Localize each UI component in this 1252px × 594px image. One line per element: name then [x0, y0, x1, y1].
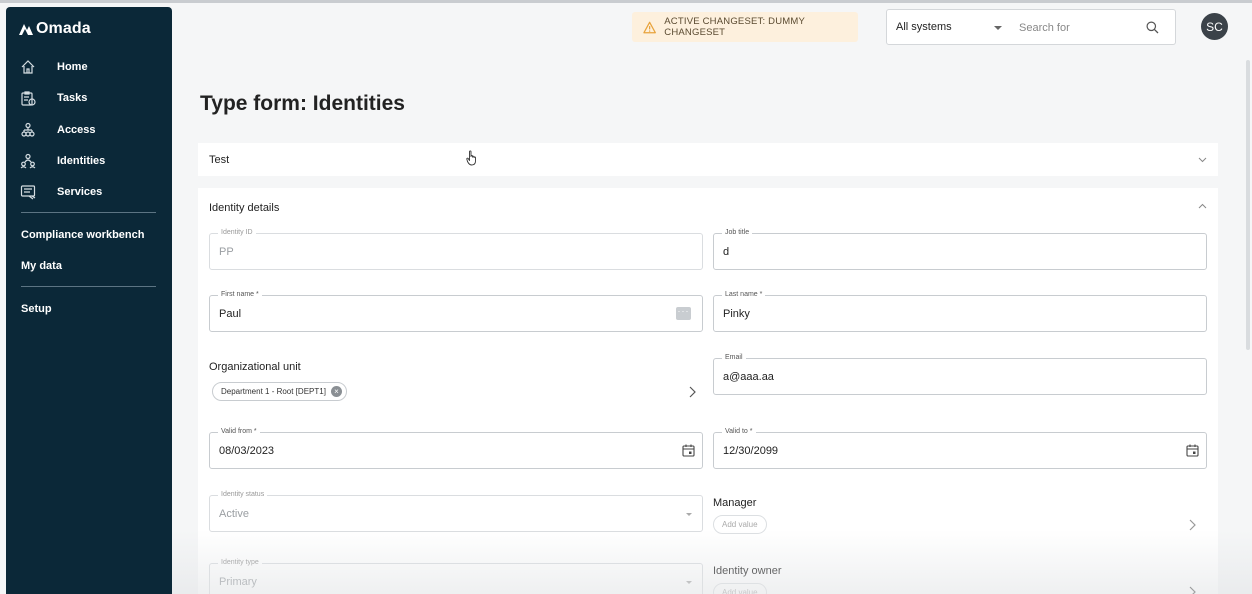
chevron-down-icon[interactable]: [1198, 155, 1207, 164]
search-icon[interactable]: [1146, 21, 1159, 34]
identity-id-field[interactable]: Identity ID PP: [209, 228, 703, 270]
tasks-icon: [20, 90, 36, 106]
caret-down-icon: [686, 581, 692, 584]
first-name-field[interactable]: First name * Paul ···: [209, 290, 703, 332]
sidebar-link-setup[interactable]: Setup: [21, 303, 52, 315]
field-label: Valid from *: [218, 427, 260, 437]
field-value: d: [723, 246, 730, 258]
valid-from-field[interactable]: Valid from * 08/03/2023: [209, 427, 703, 469]
user-avatar[interactable]: SC: [1201, 13, 1228, 40]
omada-logo[interactable]: Omada: [18, 19, 91, 39]
field-value: PP: [219, 246, 234, 258]
sidebar-item-tasks[interactable]: Tasks: [20, 86, 87, 110]
org-unit-label: Organizational unit: [209, 361, 301, 373]
field-label: Last name *: [722, 290, 766, 300]
system-select[interactable]: All systems: [886, 9, 1012, 45]
sidebar-item-home[interactable]: Home: [20, 55, 88, 79]
valid-to-field[interactable]: Valid to * 12/30/2099: [713, 427, 1207, 469]
manager-label: Manager: [713, 497, 757, 509]
warning-icon: [643, 21, 656, 33]
panel-identity-details: Identity details Identity ID PP Job titl…: [198, 188, 1218, 594]
sidebar-item-label: Home: [57, 61, 88, 73]
chevron-up-icon[interactable]: [1198, 202, 1207, 211]
field-label: Job title: [722, 228, 753, 238]
more-options-icon[interactable]: ···: [676, 307, 691, 320]
sidebar-item-label: Tasks: [57, 92, 88, 104]
job-title-field[interactable]: Job title d: [713, 228, 1207, 270]
org-unit-chip[interactable]: Department 1 - Root [DEPT1] ×: [212, 382, 347, 401]
field-label: Identity status: [218, 490, 268, 500]
field-value: a@aaa.aa: [723, 371, 774, 383]
caret-down-icon: [994, 26, 1002, 30]
identity-owner-add-value[interactable]: Add value: [713, 583, 767, 594]
sidebar-item-label: Identities: [57, 155, 106, 167]
page-title: Type form: Identities: [200, 92, 405, 115]
identity-status-select[interactable]: Identity status Active: [209, 490, 703, 532]
field-label: Identity ID: [218, 228, 256, 238]
page-scrollbar[interactable]: [1246, 60, 1250, 350]
search-input[interactable]: [1019, 20, 1139, 36]
sidebar-item-services[interactable]: Services: [20, 180, 102, 204]
sidebar-link-my-data[interactable]: My data: [21, 260, 62, 272]
active-changeset-banner[interactable]: ACTIVE CHANGESET: DUMMY CHANGESET: [632, 12, 858, 42]
org-unit-chip-label: Department 1 - Root [DEPT1]: [221, 387, 326, 396]
chevron-right-icon[interactable]: [1188, 519, 1196, 531]
sidebar-item-identities[interactable]: Identities: [20, 149, 105, 173]
calendar-icon[interactable]: [1186, 444, 1199, 457]
sidebar-item-label: Services: [57, 186, 103, 198]
services-icon: [20, 184, 36, 200]
calendar-icon[interactable]: [682, 444, 695, 457]
search-box: [1011, 9, 1176, 45]
sidebar: Omada Home Tasks Access Identities Servi…: [6, 7, 172, 594]
chevron-right-icon[interactable]: [688, 386, 696, 398]
omada-logo-icon: [19, 24, 33, 35]
caret-down-icon: [686, 513, 692, 516]
field-label: Valid to *: [722, 427, 756, 437]
panel-test-title: Test: [209, 154, 230, 166]
access-icon: [20, 122, 36, 138]
field-value: Paul: [219, 308, 242, 320]
email-field[interactable]: Email a@aaa.aa: [713, 353, 1207, 395]
field-value: 12/30/2099: [723, 445, 779, 457]
sidebar-divider: [21, 212, 156, 213]
panel-test[interactable]: Test: [198, 143, 1218, 176]
field-value: Active: [219, 508, 249, 520]
home-icon: [20, 59, 36, 75]
field-value: Pinky: [723, 308, 750, 320]
brand-name: Omada: [36, 20, 91, 37]
system-select-value: All systems: [896, 21, 952, 33]
hand-cursor-icon: [466, 150, 476, 166]
field-value: 08/03/2023: [219, 445, 275, 457]
identity-type-select[interactable]: Identity type Primary: [209, 558, 703, 594]
field-label: Email: [722, 353, 746, 363]
sidebar-link-compliance-workbench[interactable]: Compliance workbench: [21, 229, 144, 241]
window-top-border: [0, 0, 1252, 3]
sidebar-divider: [21, 286, 156, 287]
identities-icon: [20, 153, 36, 169]
field-label: Identity type: [218, 558, 262, 568]
sidebar-item-access[interactable]: Access: [20, 118, 96, 142]
last-name-field[interactable]: Last name * Pinky: [713, 290, 1207, 332]
identity-owner-label: Identity owner: [713, 565, 782, 577]
manager-add-value[interactable]: Add value: [713, 515, 767, 534]
field-value: Primary: [219, 576, 257, 588]
changeset-label: ACTIVE CHANGESET: DUMMY CHANGESET: [664, 16, 805, 38]
panel-identity-details-title: Identity details: [209, 202, 280, 214]
remove-chip-icon[interactable]: ×: [330, 386, 342, 397]
field-label: First name *: [218, 290, 262, 300]
chevron-right-icon[interactable]: [1188, 586, 1196, 594]
sidebar-item-label: Access: [57, 124, 96, 136]
